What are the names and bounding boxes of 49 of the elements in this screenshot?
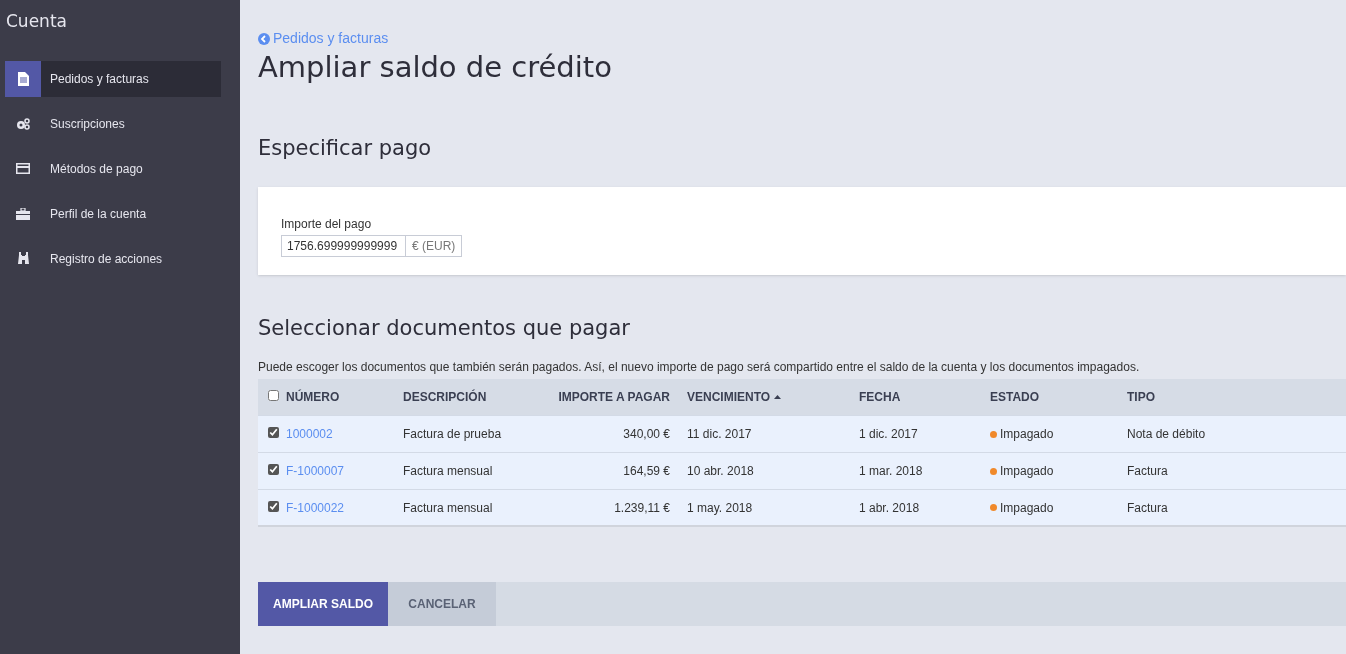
table-cell: Factura de prueba xyxy=(403,426,502,441)
column-header[interactable]: NÚMERO xyxy=(286,388,340,406)
currency-addon: € (EUR) xyxy=(406,234,463,257)
document-icon xyxy=(16,71,30,86)
table-cell: Factura mensual xyxy=(403,463,493,478)
field-label: Importe del pago xyxy=(281,215,372,233)
binoculars-icon xyxy=(16,252,30,265)
nav-item[interactable]: Pedidos y facturas xyxy=(5,60,221,97)
table-cell: 1 mar. 2018 xyxy=(859,463,923,478)
status-text: Impagado xyxy=(1000,463,1054,480)
table-cell: 1 dic. 2017 xyxy=(859,426,918,441)
gears-icon xyxy=(16,117,30,130)
status-text: Impagado xyxy=(1000,426,1054,443)
page-title: Ampliar saldo de crédito xyxy=(258,49,612,86)
nav-item[interactable]: Registro de acciones xyxy=(5,240,221,277)
column-header[interactable]: ESTADO xyxy=(990,388,1040,406)
credit-card-icon xyxy=(16,163,30,174)
section-heading: Especificar pago xyxy=(258,135,432,163)
status-text: Impagado xyxy=(1000,499,1054,517)
section-heading: Seleccionar documentos que pagar xyxy=(258,314,630,342)
table-cell: 1 abr. 2018 xyxy=(859,500,920,515)
nav-item[interactable]: Perfil de la cuenta xyxy=(5,195,221,232)
checkbox[interactable] xyxy=(268,426,279,438)
table-cell: 164,59 € xyxy=(623,463,670,478)
column-header[interactable]: IMPORTE A PAGAR xyxy=(558,388,670,406)
table-cell: Factura xyxy=(1127,463,1168,478)
nav-item[interactable]: Métodos de pago xyxy=(5,150,221,187)
column-header[interactable]: VENCIMIENTO xyxy=(687,388,782,406)
table-cell: 340,00 € xyxy=(623,426,670,441)
checkbox[interactable] xyxy=(268,463,279,475)
table-cell: 1.239,11 € xyxy=(614,500,670,515)
cancel-button[interactable]: CANCELAR xyxy=(388,582,496,627)
checkbox[interactable] xyxy=(268,500,279,512)
amount-field[interactable]: 1756.699999999999 xyxy=(281,234,406,257)
column-header[interactable]: DESCRIPCIÓN xyxy=(403,388,487,406)
nav-item[interactable]: Suscripciones xyxy=(5,105,221,142)
table-cell: Factura mensual xyxy=(403,500,493,515)
description-text: Puede escoger los documentos que también serán pagados. Así, el nuevo importe de pago será compartido entre el saldo de la cuenta y los documentos impagados. xyxy=(258,359,1140,377)
table-cell: 10 abr. 2018 xyxy=(687,463,754,478)
table-cell: 11 dic. 2017 xyxy=(687,426,752,441)
table-cell: Nota de débito xyxy=(1127,426,1206,441)
briefcase-icon xyxy=(16,207,30,220)
table-cell: Factura xyxy=(1127,500,1168,515)
checkbox[interactable] xyxy=(268,390,279,401)
column-header[interactable]: TIPO xyxy=(1127,388,1155,406)
sidebar-title: Cuenta xyxy=(5,10,68,33)
table-cell: 1 may. 2018 xyxy=(687,500,753,515)
primary-button[interactable]: AMPLIAR SALDO xyxy=(258,582,388,627)
column-header[interactable]: FECHA xyxy=(859,388,901,406)
